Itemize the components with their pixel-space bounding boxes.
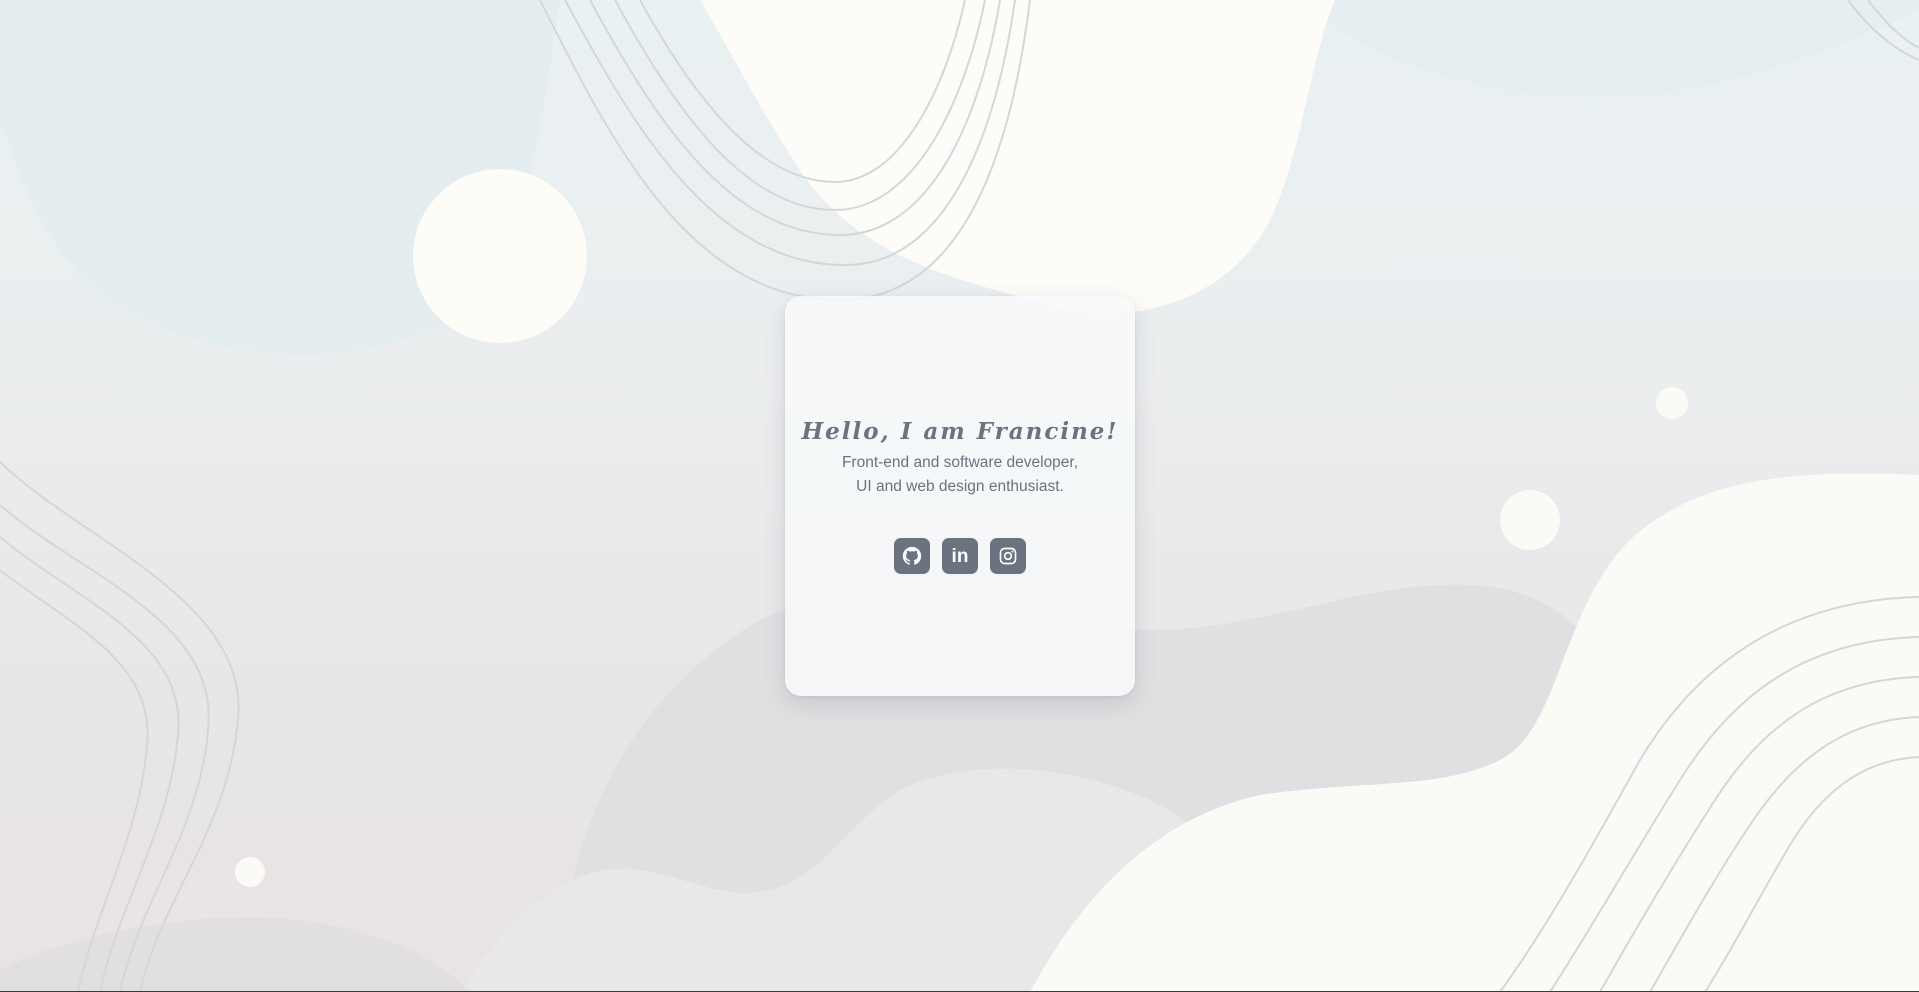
profile-card: Hello, I am Francine! Front-end and soft… — [785, 296, 1135, 696]
tagline-line-1: Front-end and software developer, — [841, 454, 1079, 471]
greeting-heading: Hello, I am Francine! — [801, 418, 1119, 445]
lines-left — [0, 461, 240, 992]
github-icon — [902, 546, 922, 565]
instagram-icon — [999, 547, 1017, 565]
linkedin-icon: in — [951, 545, 969, 567]
github-link[interactable] — [894, 538, 930, 574]
circle-large — [413, 169, 587, 343]
social-links: in — [894, 538, 1026, 574]
blob-top-right — [1300, 0, 1919, 99]
circle-small-right-2 — [1500, 490, 1560, 550]
blob-bottom-left — [0, 917, 470, 992]
instagram-link[interactable] — [990, 538, 1026, 574]
blob-top-center — [700, 0, 1335, 314]
tagline-line-2: UI and web design enthusiast. — [856, 477, 1064, 495]
linkedin-link[interactable]: in — [942, 538, 978, 574]
circle-small-right-1 — [1656, 387, 1688, 419]
circle-small-left — [235, 857, 265, 887]
